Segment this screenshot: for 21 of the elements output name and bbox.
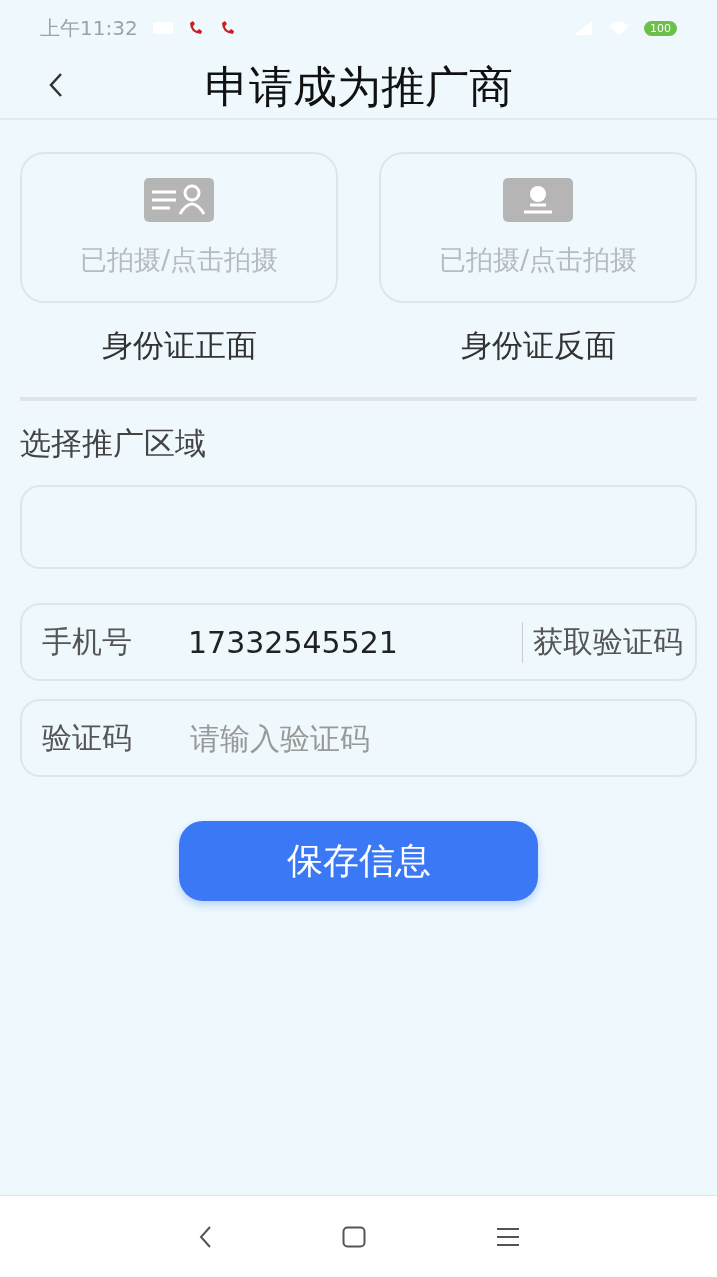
status-time: 上午11:32 [40, 14, 138, 42]
field-label: 手机号 [42, 622, 133, 661]
code-input[interactable]: 请输入验证码 [188, 719, 695, 757]
upload-hint: 已拍摄/点击拍摄 [438, 242, 638, 277]
card-label: 身份证反面 [460, 326, 616, 365]
menu-icon[interactable] [495, 1226, 520, 1247]
back-icon[interactable] [197, 1224, 212, 1249]
back-icon[interactable] [48, 71, 64, 99]
home-icon[interactable] [341, 1225, 366, 1248]
id-card-icon [503, 177, 573, 222]
get-code-link[interactable]: 获取验证码 [522, 621, 695, 663]
card-label: 身份证正面 [101, 326, 257, 365]
upload-hint: 已拍摄/点击拍摄 [79, 242, 279, 277]
code-field[interactable]: 验证码 请输入验证码 [20, 699, 697, 777]
section-label: 选择推广区域 [20, 424, 207, 463]
id-card-icon [144, 177, 214, 222]
battery-icon: 100 [644, 20, 677, 36]
save-button[interactable]: 保存信息 [179, 821, 538, 901]
phone-value[interactable]: 17332545521 [188, 624, 522, 660]
page-title: 申请成为推广商 [204, 59, 513, 114]
field-label: 验证码 [42, 718, 133, 757]
